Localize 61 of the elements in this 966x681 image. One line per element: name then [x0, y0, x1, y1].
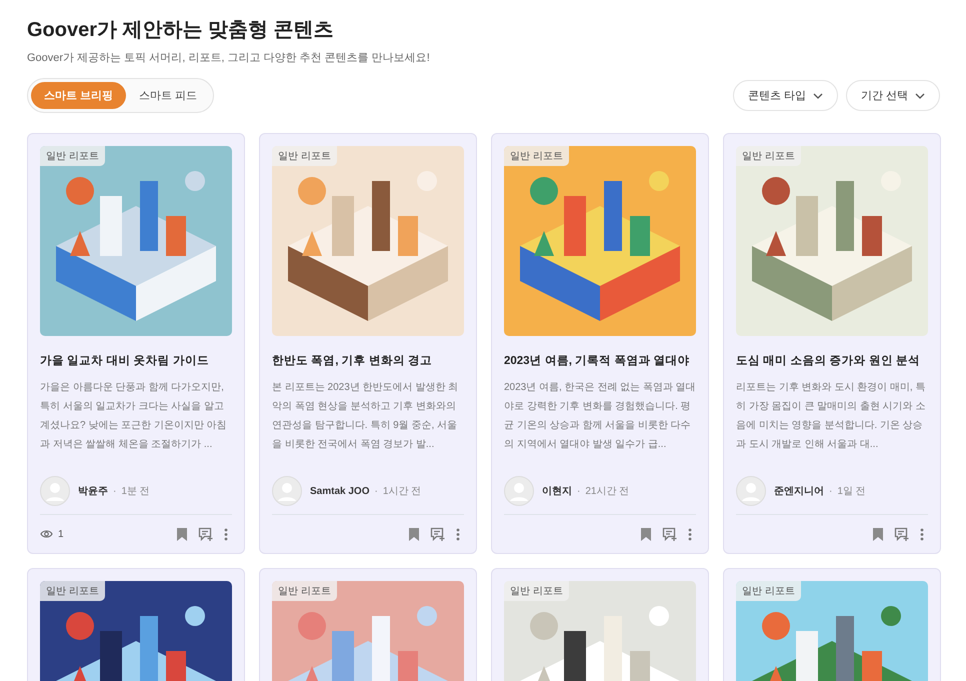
separator-dot: · [577, 486, 580, 496]
report-tag: 일반 리포트 [40, 581, 105, 601]
more-icon[interactable] [920, 528, 924, 540]
page-subtitle: Goover가 제공하는 토픽 서머리, 리포트, 그리고 다양한 추천 콘텐츠를 만나보세요! [27, 51, 431, 66]
report-tag: 일반 리포트 [736, 146, 801, 166]
filter-dropdown[interactable]: 콘텐츠 타입 [732, 80, 838, 111]
report-card[interactable]: 일반 리포트 한반도 폭염, 기후 변화의 경고 본 리포트는 2023년 한반도에서 발생한 최악의 폭염 현상을 분석하고 기후 변화와의 연관성을 탐구합니다. 특히 9월 중순, 서울을 비롯한 전국에서 폭염 경보가 발... Samtak JOO · 1시간 전 [259, 133, 477, 554]
report-card[interactable]: 일반 리포트 [723, 568, 941, 681]
card-description: 가을은 아름다운 단풍과 함께 다가오지만, 특히 서울의 일교차가 크다는 사실을 알고 계셨나요? 낮에는 포근한 기온이지만 아침과 저녁은 쌀쌀해 체온을 조절하기가 ... [40, 381, 228, 452]
report-tag: 일반 리포트 [504, 146, 569, 166]
eye-icon [40, 529, 53, 539]
report-tag: 일반 리포트 [272, 146, 337, 166]
card-title: 한반도 폭염, 기후 변화의 경고 [272, 354, 433, 369]
card-description: 본 리포트는 2023년 한반도에서 발생한 최악의 폭염 현상을 분석하고 기후 변화와의 연관성을 탐구합니다. 특히 9월 중순, 서울을 비롯한 전국에서 폭염 경보가 발... [272, 381, 460, 452]
card-description: 2023년 여름, 한국은 전례 없는 폭염과 열대야로 강력한 기후 변화를 경험했습니다. 평균 기온의 상승과 함께 서울을 비롯한 다수의 지역에서 열대야 발생 일수가 급... [504, 381, 696, 452]
report-card[interactable]: 일반 리포트 [27, 568, 245, 681]
add-comment-icon[interactable] [430, 527, 445, 541]
report-card[interactable]: 일반 리포트 도심 매미 소음의 증가와 원인 분석 리포트는 기후 변화와 도시 환경이 매미, 특히 가장 몸집이 큰 말매미의 출현 시기와 소음에 미치는 영향을 분석합니다. 기온 상승과 도시 개발로 인해 서울과 대... 준엔지니어 · 1일 전 [723, 133, 941, 554]
author-name: 이현지 [542, 485, 572, 498]
add-comment-icon[interactable] [198, 527, 213, 541]
post-time: 1시간 전 [382, 485, 422, 498]
separator-dot: · [374, 486, 378, 496]
bookmark-icon[interactable] [177, 528, 187, 540]
report-card[interactable]: 일반 리포트 [491, 568, 709, 681]
author-name: Samtak JOO [310, 486, 370, 496]
add-comment-icon[interactable] [662, 527, 677, 541]
separator-dot: · [113, 486, 116, 496]
more-icon[interactable] [456, 528, 460, 540]
page-title: Goover가 제안하는 맞춤형 콘텐츠 [27, 18, 335, 43]
separator-dot: · [829, 486, 832, 496]
chevron-down-icon [915, 92, 925, 98]
report-card[interactable]: 일반 리포트 2023년 여름, 기록적 폭염과 열대야 2023년 여름, 한국은 전례 없는 폭염과 열대야로 강력한 기후 변화를 경험했습니다. 평균 기온의 상승과 함께 서울을 비롯한 다수의 지역에서 열대야 발생 일수가 급... 이현지 · 21시간 전 [491, 133, 709, 554]
bookmark-icon[interactable] [641, 528, 651, 540]
report-tag: 일반 리포트 [40, 146, 105, 166]
card-title: 도심 매미 소음의 증가와 원인 분석 [736, 354, 921, 369]
tab[interactable]: 스마트 피드 [126, 82, 210, 109]
author-name: 준엔지니어 [774, 485, 824, 498]
report-tag: 일반 리포트 [736, 581, 801, 601]
report-card[interactable]: 일반 리포트 [259, 568, 477, 681]
avatar-icon [504, 476, 534, 506]
author-name: 박윤주 [78, 485, 108, 498]
view-count: 1 [58, 528, 64, 540]
add-comment-icon[interactable] [894, 527, 909, 541]
card-description: 리포트는 기후 변화와 도시 환경이 매미, 특히 가장 몸집이 큰 말매미의 출현 시기와 소음에 미치는 영향을 분석합니다. 기온 상승과 도시 개발로 인해 서울과 대... [736, 381, 926, 452]
report-tag: 일반 리포트 [272, 581, 337, 601]
bookmark-icon[interactable] [409, 528, 419, 540]
filter-dropdown[interactable]: 기간 선택 [846, 80, 940, 111]
post-time: 1분 전 [121, 485, 150, 498]
post-time: 1일 전 [837, 485, 866, 498]
bookmark-icon[interactable] [873, 528, 883, 540]
more-icon[interactable] [224, 528, 228, 540]
post-time: 21시간 전 [585, 485, 630, 498]
avatar-icon [40, 476, 70, 506]
report-card[interactable]: 일반 리포트 가을 일교차 대비 옷차림 가이드 가을은 아름다운 단풍과 함께 다가오지만, 특히 서울의 일교차가 크다는 사실을 알고 계셨나요? 낮에는 포근한 기온이지만 아침과 저녁은 쌀쌀해 체온을 조절하기가 ... 박윤주 · 1분 전 1 [27, 133, 245, 554]
card-title: 가을 일교차 대비 옷차림 가이드 [40, 354, 210, 369]
card-title: 2023년 여름, 기록적 폭염과 열대야 [504, 354, 691, 369]
chevron-down-icon [812, 92, 823, 98]
avatar-icon [736, 476, 766, 506]
more-icon[interactable] [688, 528, 692, 540]
avatar-icon [272, 476, 302, 506]
report-tag: 일반 리포트 [504, 581, 569, 601]
